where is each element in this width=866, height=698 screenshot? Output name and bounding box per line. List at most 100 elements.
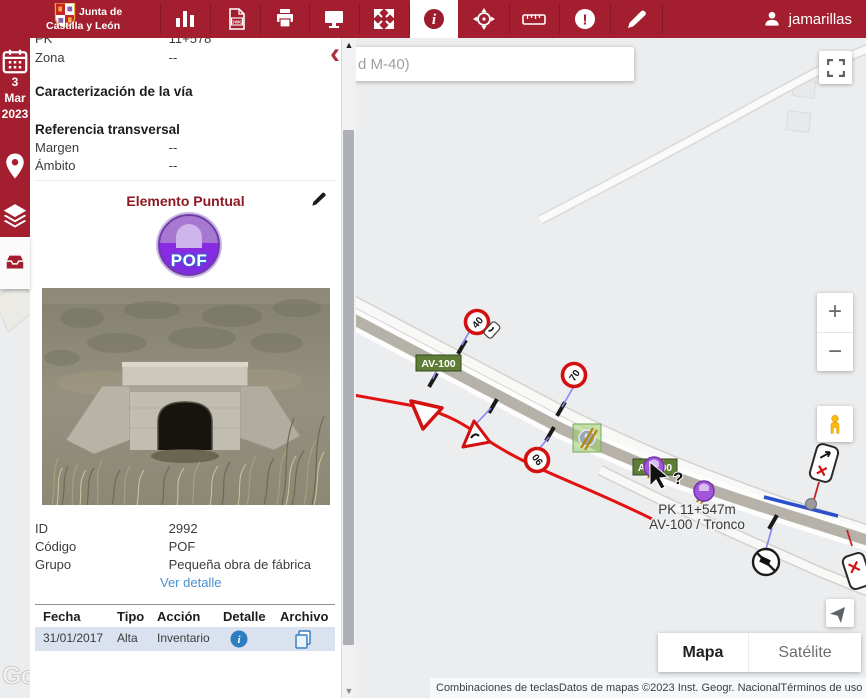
scrollbar-up-arrow[interactable]: ▲ [342, 40, 356, 50]
scrollbar-down-arrow[interactable]: ▼ [342, 686, 356, 696]
inventory-tray-button[interactable] [0, 237, 30, 289]
panel-collapse-button[interactable]: ‹ [330, 41, 340, 67]
speed-sign-70[interactable]: 70 [563, 364, 586, 387]
map-type-map-button[interactable]: Mapa [658, 633, 748, 672]
map-attribution: Combinaciones de teclas Datos de mapas ©… [430, 678, 866, 698]
marker-label-pk: PK 11+547m [658, 502, 735, 517]
section-referencia: Referencia transversal [35, 122, 180, 137]
reference-marker[interactable] [573, 424, 601, 452]
restriction-end-sign[interactable] [753, 549, 779, 575]
dwg-export-button[interactable]: DWG [213, 0, 261, 38]
dwg-label: DWG [231, 19, 243, 25]
element-photo [42, 288, 330, 505]
zoom-in-button[interactable]: + [817, 293, 853, 333]
info-tab-active[interactable]: i [410, 0, 458, 38]
tray-icon [4, 252, 26, 274]
username: jamarillas [789, 11, 852, 28]
search-input[interactable] [346, 47, 634, 81]
ver-detalle-link[interactable]: Ver detalle [160, 575, 221, 590]
print-button[interactable] [261, 0, 309, 38]
field-codigo-value: POF [169, 539, 196, 554]
scrollbar-thumb[interactable] [343, 130, 354, 645]
expand-button[interactable] [360, 0, 408, 38]
separator [662, 4, 663, 34]
field-margen: Margen -- [35, 140, 335, 156]
terms-link[interactable]: Términos de uso [780, 682, 862, 694]
field-zona-label: Zona [35, 50, 165, 65]
detail-panel: PK 11+578 Zona -- Caracterización de la … [30, 38, 341, 698]
map-type-satellite-button[interactable]: Satélite [748, 633, 861, 672]
monitor-icon [322, 7, 346, 31]
field-codigo: Código POF [35, 539, 335, 555]
locate-button[interactable] [826, 599, 854, 627]
locate-arrow-icon [830, 603, 850, 623]
alert-icon: ! [573, 7, 597, 31]
location-pin-icon[interactable] [0, 151, 30, 181]
culvert-arch-icon [176, 224, 202, 248]
user-menu[interactable]: jamarillas [762, 0, 852, 38]
row-tipo: Alta [117, 631, 138, 645]
field-margen-value: -- [169, 140, 178, 155]
date-day: 3 [0, 74, 30, 90]
pof-badge: POF [158, 214, 220, 276]
field-pk: PK 11+578 [35, 38, 335, 47]
zoom-control: + − [817, 293, 853, 371]
warning-sign[interactable] [463, 421, 490, 447]
field-id-value: 2992 [169, 521, 198, 536]
logo-line2: Castilla y León [46, 20, 120, 32]
col-detalle: Detalle [223, 609, 266, 624]
keyboard-shortcuts-link[interactable]: Combinaciones de teclas [436, 682, 559, 694]
element-title: Elemento Puntual [30, 193, 341, 209]
panel-scrollbar[interactable]: ▲ ▼ [341, 38, 356, 698]
zoom-out-button[interactable]: − [817, 333, 853, 372]
field-grupo-value: Pequeña obra de fábrica [169, 557, 311, 572]
search-box[interactable] [346, 47, 634, 81]
archive-copy-button[interactable] [293, 629, 313, 649]
cursor-question: ? [673, 469, 683, 488]
road-badge-av100-label: AV-100 [421, 358, 455, 370]
edit-element-button[interactable] [310, 190, 328, 208]
col-accion: Acción [157, 609, 200, 624]
measure-button[interactable] [510, 0, 558, 38]
pencil-icon [625, 7, 649, 31]
road-badge-av100[interactable]: AV-100 [416, 355, 461, 371]
incidents-button[interactable]: ! [561, 0, 609, 38]
yield-sign[interactable] [411, 401, 442, 429]
field-zona-value: -- [169, 50, 178, 65]
expand-icon [372, 7, 396, 31]
alert-glyph: ! [583, 12, 588, 29]
field-grupo: Grupo Pequeña obra de fábrica [35, 557, 335, 573]
col-tipo: Tipo [117, 609, 144, 624]
map-data-credit: Datos de mapas ©2023 Inst. Geogr. Nacion… [559, 682, 781, 694]
field-zona: Zona -- [35, 50, 335, 66]
field-codigo-label: Código [35, 539, 165, 554]
col-archivo: Archivo [280, 609, 328, 624]
stats-button[interactable] [161, 0, 209, 38]
coordinates-button[interactable] [460, 0, 508, 38]
map-fullscreen-button[interactable] [819, 51, 852, 84]
row-accion: Inventario [157, 631, 210, 645]
pegman-control[interactable] [817, 406, 853, 442]
detail-info-button[interactable]: i [230, 630, 248, 648]
section-caracterizacion: Caracterización de la vía [35, 84, 193, 99]
pof-badge-label: POF [160, 251, 218, 271]
field-pk-label: PK [35, 38, 165, 46]
history-table-row[interactable]: 31/01/2017 Alta Inventario i [35, 627, 335, 651]
dwg-file-icon: DWG [225, 7, 249, 31]
field-pk-value: 11+578 [169, 38, 212, 46]
field-ambito-label: Ámbito [35, 158, 165, 173]
fullscreen-icon [827, 59, 845, 77]
vertical-sign[interactable] [806, 443, 840, 510]
ruler-icon [522, 7, 546, 31]
field-ambito: Ámbito -- [35, 158, 335, 174]
field-id: ID 2992 [35, 521, 335, 537]
display-button[interactable] [310, 0, 358, 38]
edit-button[interactable] [613, 0, 661, 38]
layers-icon[interactable] [0, 201, 30, 231]
app-header: Junta de Castilla y León DWG [0, 0, 866, 38]
marker-label: PK 11+547m AV-100 / Tronco [649, 502, 745, 532]
date-month: Mar [0, 90, 30, 106]
target-icon [472, 7, 496, 31]
speed-sign-90[interactable]: 90 [526, 449, 549, 472]
calendar-icon[interactable] [0, 46, 30, 76]
